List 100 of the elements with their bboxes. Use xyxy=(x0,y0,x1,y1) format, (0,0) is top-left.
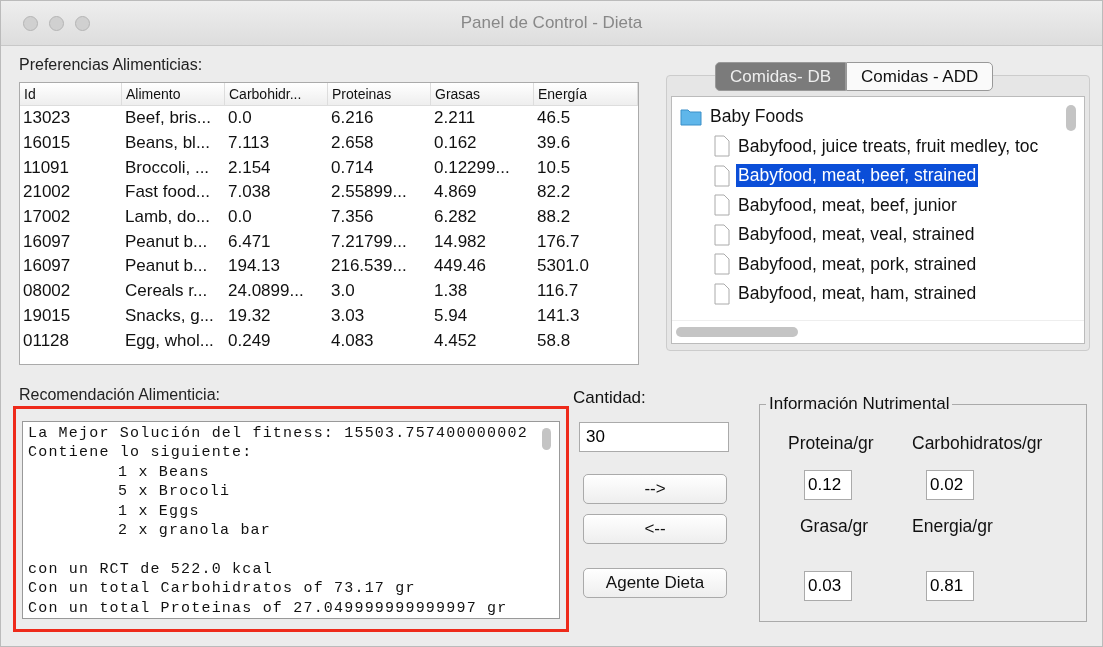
table-cell-text: 24.0899... xyxy=(227,281,305,302)
table-cell-text: 1.38 xyxy=(433,281,469,302)
document-icon xyxy=(714,282,730,305)
output-line: 2 x granola bar xyxy=(117,521,273,541)
scrollbar-thumb[interactable] xyxy=(542,428,551,450)
tab[interactable]: Comidas - ADD xyxy=(846,62,994,91)
table-cell-text: 449.46 xyxy=(433,256,487,277)
field-label: Energia/gr xyxy=(912,516,993,537)
table-cell-text: 08002 xyxy=(22,281,72,302)
zoom-button[interactable] xyxy=(75,15,90,31)
column-header[interactable]: Proteinas xyxy=(328,83,431,105)
tree-item[interactable]: Babyfood, meat, veal, strained xyxy=(736,223,977,247)
table-cell-text: 2.55899... xyxy=(330,182,408,203)
field-label: Grasa/gr xyxy=(800,516,869,537)
document-icon xyxy=(714,223,730,246)
tree-item[interactable]: Baby Foods xyxy=(708,105,806,129)
table-cell-text: 0.12299... xyxy=(433,157,511,178)
table-cell-text: 7.038 xyxy=(227,182,272,203)
table-cell-text: 0.714 xyxy=(330,157,375,178)
tab[interactable]: Comidas- DB xyxy=(715,62,847,91)
tree-item[interactable]: Babyfood, meat, beef, junior xyxy=(736,193,959,217)
table-cell-text: 0.162 xyxy=(433,133,478,154)
folder-icon xyxy=(680,107,702,126)
table-cell-text: 5.94 xyxy=(433,305,469,326)
output-line: 5 x Brocoli xyxy=(117,482,232,502)
output-line: Contiene lo siguiente: xyxy=(28,443,254,463)
diet-agent-button[interactable]: Agente Dieta xyxy=(583,568,727,598)
table-cell-text: 17002 xyxy=(22,207,72,228)
tree-item[interactable]: Babyfood, juice treats, fruit medley, toc xyxy=(736,134,1041,158)
close-button[interactable] xyxy=(23,15,38,31)
table-cell-text: 3.03 xyxy=(330,305,366,326)
value-field[interactable]: 0.12 xyxy=(804,470,852,500)
scrollbar-thumb[interactable] xyxy=(1066,105,1076,131)
tree-item[interactable]: Babyfood, meat, pork, strained xyxy=(736,252,979,276)
output-line: La Mejor Solución del fitness: 15503.757400000002 xyxy=(28,424,529,444)
table-cell-text: 116.7 xyxy=(536,281,580,302)
table-cell-text: Beef, bris... xyxy=(124,108,212,129)
field-label: Cantidad: xyxy=(573,388,647,408)
table-cell-text: 176.7 xyxy=(536,231,581,252)
table-cell-text: 0.0 xyxy=(227,108,253,129)
table-cell-text: 16015 xyxy=(22,133,72,154)
table-cell-text: 0.0 xyxy=(227,207,253,228)
table-cell-text: Beans, bl... xyxy=(124,133,212,154)
table-cell-text: Snacks, g... xyxy=(124,305,215,326)
table-cell-text: 4.869 xyxy=(433,182,478,203)
table-cell-text: 39.6 xyxy=(536,133,572,154)
field-label: Proteina/gr xyxy=(788,433,874,454)
remove-button[interactable]: <-- xyxy=(583,514,727,544)
window-title: Panel de Control - Dieta xyxy=(460,13,643,33)
table-cell-text: 88.2 xyxy=(536,207,572,228)
table-cell-text: Lamb, do... xyxy=(124,207,212,228)
output-line: 1 x Eggs xyxy=(117,501,201,522)
table-cell-text: 216.539... xyxy=(330,256,408,277)
table-cell-text: 2.211 xyxy=(433,108,477,129)
table-cell-text: 19015 xyxy=(22,305,72,326)
table-cell-text: 5301.0 xyxy=(536,256,590,277)
document-icon xyxy=(714,135,730,158)
table-cell-text: Broccoli, ... xyxy=(124,157,211,178)
field-label: Carbohidratos/gr xyxy=(912,433,1043,454)
column-header[interactable]: Carbohidr... xyxy=(225,83,328,105)
table-cell-text: 01128 xyxy=(22,330,70,351)
output-line: Con un total Proteinas of 27.049999999999997 gr xyxy=(28,598,509,618)
value-field[interactable]: 0.03 xyxy=(804,571,852,601)
table-cell-text: 2.154 xyxy=(227,157,272,178)
table-cell-text: 3.0 xyxy=(330,281,356,302)
table-cell-text: 4.083 xyxy=(330,330,375,351)
output-line: 1 x Beans xyxy=(117,462,211,483)
table-cell-text: 2.658 xyxy=(330,133,375,154)
table-cell-text: 7.21799... xyxy=(330,231,408,252)
value-field[interactable]: 0.81 xyxy=(926,571,974,601)
document-icon xyxy=(714,253,730,276)
section-label: Preferencias Alimenticias: xyxy=(19,56,204,74)
document-icon xyxy=(714,194,730,217)
table-cell-text: 0.249 xyxy=(227,330,272,351)
table-cell-text: 7.356 xyxy=(330,207,375,228)
table-cell-text: 21002 xyxy=(22,182,72,203)
section-label: Recomendación Alimenticia: xyxy=(19,386,221,405)
column-header[interactable]: Id xyxy=(20,83,122,105)
scrollbar-thumb[interactable] xyxy=(676,327,798,337)
tree-item[interactable]: Babyfood, meat, beef, strained xyxy=(736,164,979,188)
table-cell-text: 14.982 xyxy=(433,231,487,252)
table-cell-text: 7.113 xyxy=(227,133,271,154)
quantity-field[interactable]: 30 xyxy=(579,422,729,452)
minimize-button[interactable] xyxy=(49,15,64,31)
table-cell-text: 58.8 xyxy=(536,330,572,351)
table-cell-text: 11091 xyxy=(22,157,70,178)
table-cell-text: Cereals r... xyxy=(124,281,209,302)
add-button[interactable]: --> xyxy=(583,474,727,504)
column-header[interactable]: Energía xyxy=(534,83,638,105)
table-cell-text: 13023 xyxy=(22,108,72,129)
table-cell-text: 6.282 xyxy=(433,207,478,228)
table-cell-text: Peanut b... xyxy=(124,256,209,277)
value-field[interactable]: 0.02 xyxy=(926,470,974,500)
table-cell-text: Egg, whol... xyxy=(124,330,215,351)
table-cell-text: 4.452 xyxy=(433,330,478,351)
table-cell-text: 194.13 xyxy=(227,256,281,277)
column-header[interactable]: Grasas xyxy=(431,83,534,105)
tree-item[interactable]: Babyfood, meat, ham, strained xyxy=(736,282,979,306)
column-header[interactable]: Alimento xyxy=(122,83,225,105)
document-icon xyxy=(714,164,730,187)
